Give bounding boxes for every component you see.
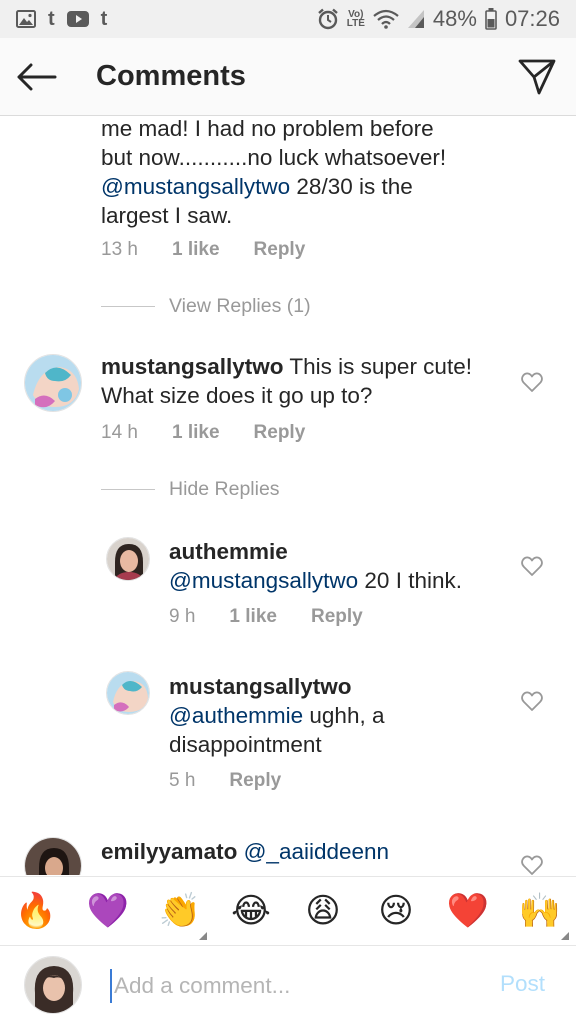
battery-percent: 48% [432, 6, 477, 31]
comment-text: mustangsallytwo This is super cute! What… [101, 354, 472, 408]
volte-icon: Vo) LTE [346, 9, 365, 29]
page-title: Comments [96, 60, 246, 92]
mention-link[interactable]: @authemmie [169, 703, 303, 728]
avatar[interactable] [24, 837, 82, 875]
heart-icon[interactable] [520, 370, 544, 394]
comment-composer: Add a comment... Post [0, 947, 576, 1024]
comment-time: 14 h [101, 422, 138, 443]
comment-username[interactable]: mustangsallytwo [101, 354, 284, 379]
avatar[interactable] [24, 354, 82, 412]
reply-username[interactable]: authemmie [169, 537, 509, 566]
raising-hands-emoji-button[interactable]: 🙌 [518, 889, 562, 933]
divider [101, 489, 155, 490]
clock: 07:26 [504, 6, 560, 31]
mention-link[interactable]: @mustangsallytwo [101, 174, 290, 199]
heart-icon[interactable] [520, 689, 544, 713]
red-heart-emoji-button[interactable]: ❤️ [446, 889, 490, 933]
reply-text: mustangsallytwo @authemmie ughh, a disap… [169, 672, 509, 759]
reply-button[interactable]: Reply [254, 239, 306, 261]
clapping-hands-emoji-button[interactable]: 👏 [158, 889, 202, 933]
comment-meta: 13 h 1 like Reply [101, 239, 305, 261]
like-count[interactable]: 1 like [172, 239, 220, 261]
image-icon [16, 10, 36, 28]
mention-link[interactable]: @_aaiiddeenn [244, 839, 389, 864]
reply-meta: 5 h Reply [169, 770, 281, 792]
signal-icon [407, 10, 424, 28]
mention-link[interactable]: @mustangsallytwo [169, 568, 358, 593]
share-button[interactable] [514, 54, 560, 100]
header: Comments [0, 38, 576, 116]
comment-input[interactable]: Add a comment... [110, 969, 480, 1003]
heart-icon[interactable] [520, 554, 544, 578]
like-count[interactable]: 1 like [172, 422, 220, 444]
reply-button[interactable]: Reply [254, 422, 306, 444]
tears-of-joy-emoji-button[interactable]: 😂 [229, 889, 273, 933]
reply-text: authemmie @mustangsallytwo 20 I think. [169, 537, 509, 595]
tumblr-icon: t [48, 8, 55, 30]
reply-time: 5 h [169, 770, 196, 791]
direct-send-icon [518, 59, 556, 95]
heart-icon[interactable] [520, 853, 544, 875]
battery-icon [485, 8, 497, 30]
avatar [24, 956, 82, 1014]
comment-text: emilyyamato @_aaiiddeenn [101, 837, 501, 866]
reply-meta: 9 h 1 like Reply [169, 606, 363, 628]
like-count[interactable]: 1 like [229, 606, 277, 628]
comment-meta: 14 h 1 like Reply [101, 422, 305, 444]
back-button[interactable] [14, 55, 60, 99]
skin-tone-indicator [561, 932, 569, 940]
hide-replies-button[interactable]: Hide Replies [101, 478, 280, 501]
alarm-icon [317, 8, 338, 30]
status-bar: t t Vo) LTE 48% 07:26 [0, 0, 576, 38]
divider [101, 306, 155, 307]
avatar[interactable] [106, 671, 150, 715]
emoji-bar: 🔥 💜 👏 😂 😩 😢 ❤️ 🙌 [0, 876, 576, 946]
back-arrow-icon [17, 63, 57, 91]
view-replies-button[interactable]: View Replies (1) [101, 295, 311, 318]
reply-username[interactable]: mustangsallytwo [169, 672, 509, 701]
purple-heart-emoji-button[interactable]: 💜 [86, 889, 130, 933]
wifi-icon [373, 9, 399, 29]
comment-text: me mad! I had no problem before but now.… [101, 117, 447, 228]
comments-list[interactable]: me mad! I had no problem before but now.… [0, 117, 576, 875]
status-bar-notifications: t t [16, 8, 107, 30]
status-bar-system: Vo) LTE 48% 07:26 [317, 6, 560, 32]
fire-emoji-button[interactable]: 🔥 [14, 889, 58, 933]
comment-username[interactable]: emilyyamato [101, 839, 237, 864]
reply-button[interactable]: Reply [229, 770, 281, 792]
weary-face-emoji-button[interactable]: 😩 [301, 889, 345, 933]
post-button[interactable]: Post [500, 971, 545, 997]
avatar[interactable] [106, 537, 150, 581]
comment-time: 13 h [101, 239, 138, 260]
crying-face-emoji-button[interactable]: 😢 [374, 889, 418, 933]
reply-time: 9 h [169, 606, 196, 627]
tumblr-icon: t [100, 8, 108, 30]
reply-button[interactable]: Reply [311, 606, 363, 628]
skin-tone-indicator [199, 932, 207, 940]
youtube-icon [66, 11, 89, 27]
